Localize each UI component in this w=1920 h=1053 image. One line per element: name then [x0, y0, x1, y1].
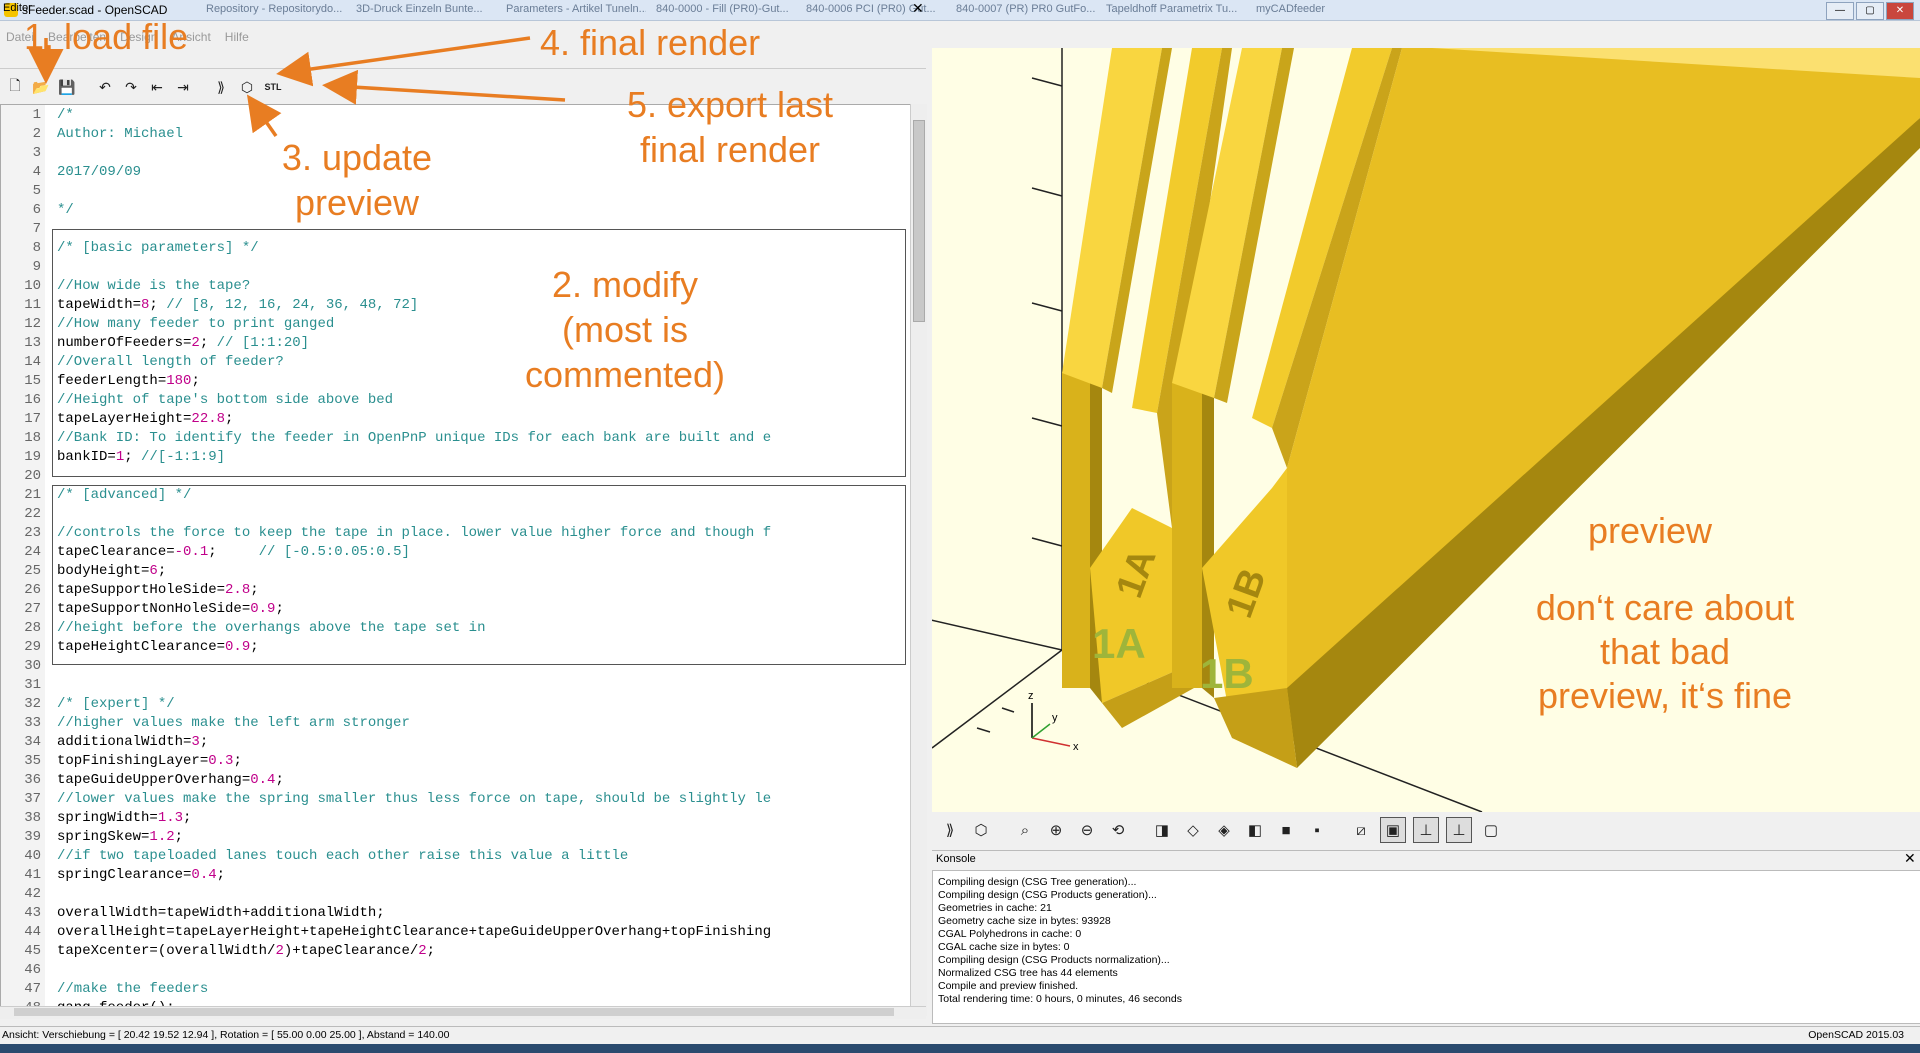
- annotation-final-render: 4. final render: [540, 22, 761, 63]
- annotation-bad-preview-3: preview, it‘s fine: [1537, 675, 1793, 716]
- annotation-update-2: preview: [294, 182, 420, 223]
- annotation-bad-preview-1: don‘t care about: [1535, 587, 1795, 628]
- annotation-modify-3: commented): [524, 354, 726, 395]
- annotation-preview: preview: [1587, 510, 1713, 551]
- annotation-load-file: 1. load file: [24, 16, 189, 57]
- annotation-export-1: 5. export last: [626, 84, 834, 125]
- annotation-modify-1: 2. modify: [551, 264, 699, 305]
- annotation-update-1: 3. update: [281, 137, 433, 178]
- annotation-bad-preview-2: that bad: [1599, 631, 1731, 672]
- annotation-modify-2: (most is: [562, 309, 688, 350]
- annotation-export-2: final render: [639, 129, 821, 170]
